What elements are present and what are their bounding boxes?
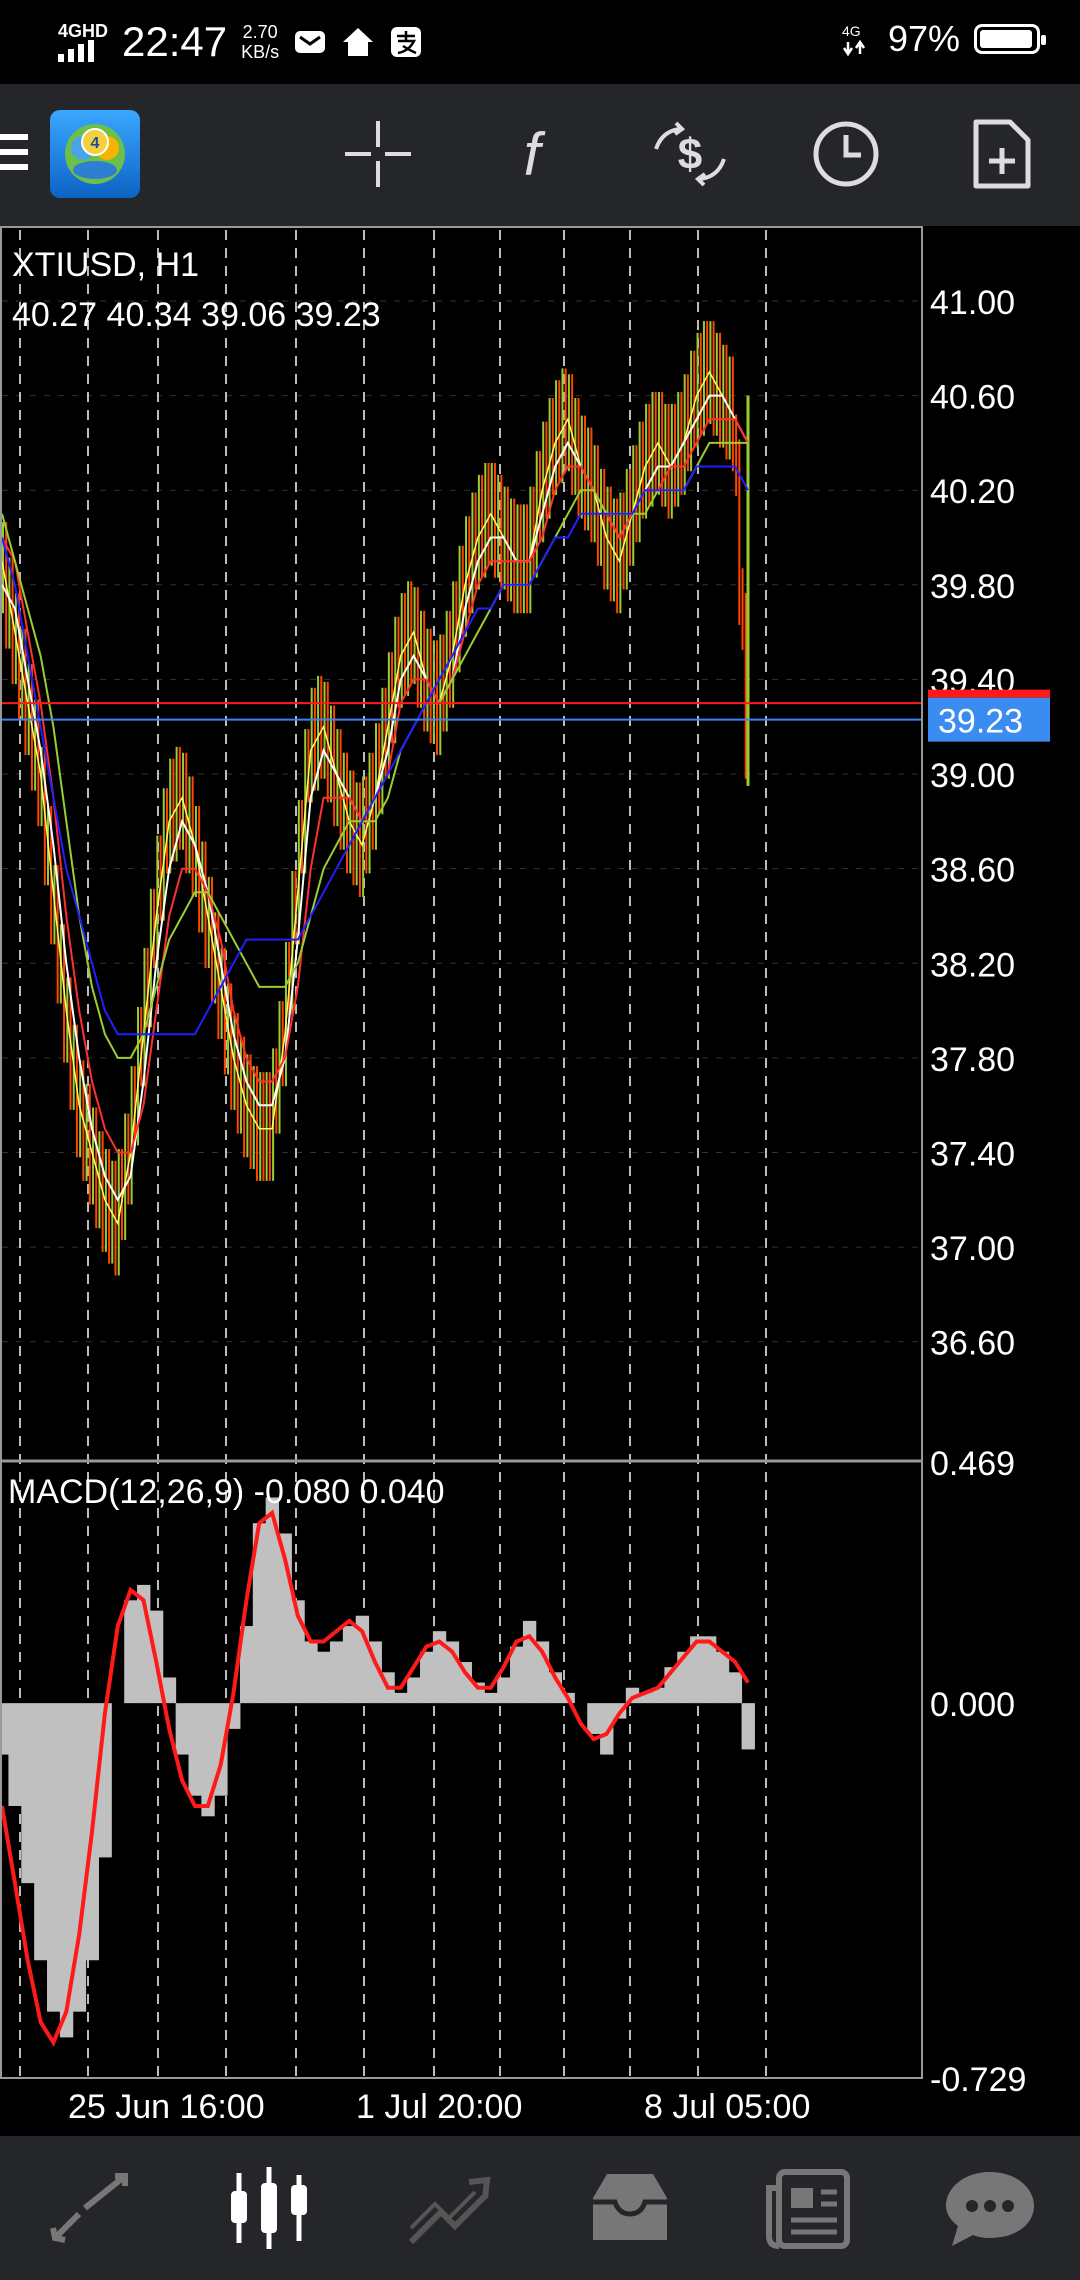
macd-histogram-bar [510, 1646, 524, 1704]
timeframe-clock-icon [813, 121, 879, 187]
macd-tick-label: -0.729 [930, 2061, 1026, 2099]
crosshair-button[interactable] [338, 114, 418, 194]
app-logo-icon: 4 [65, 124, 125, 184]
alipay-icon [391, 27, 422, 57]
ohlc-values: 40.27 40.34 39.06 39.23 [12, 296, 381, 334]
price-tick-label: 37.80 [930, 1041, 1015, 1079]
moving-averages [1, 370, 922, 1226]
signal-indicator: 4GHD [58, 22, 108, 62]
nav-quotes-icon [50, 2173, 128, 2243]
new-order-button[interactable] [962, 114, 1042, 194]
chart-frame [0, 226, 923, 2079]
current-price-label: 39.23 [938, 703, 1023, 741]
price-tick-label: 37.00 [930, 1230, 1015, 1268]
chart-labels: XTIUSD, H1 40.27 40.34 39.06 39.23 MACD(… [8, 246, 1050, 2126]
price-tick-label: 37.40 [930, 1136, 1015, 1174]
macd-histogram-bar [8, 1703, 22, 1806]
new-order-icon [973, 119, 1031, 189]
macd-histogram-bar [497, 1677, 511, 1704]
nav-history[interactable] [570, 2148, 690, 2268]
ask-price-marker [928, 689, 1050, 698]
nav-chat[interactable] [930, 2148, 1050, 2268]
macd-histogram-bar [484, 1692, 498, 1704]
menu-icon[interactable] [0, 134, 28, 174]
macd-panel [0, 1497, 755, 2047]
nav-trade-icon [408, 2176, 491, 2245]
metatrader4-logo[interactable]: 4 [50, 110, 140, 198]
macd-histogram-bar [407, 1677, 421, 1704]
indicators-button[interactable]: f [492, 114, 572, 194]
price-tick-label: 39.80 [930, 568, 1015, 606]
macd-histogram-bar [175, 1703, 189, 1755]
macd-histogram-bar [124, 1600, 138, 1704]
macd-histogram-bar [741, 1703, 755, 1750]
bottom-nav [0, 2136, 1080, 2280]
home-icon [343, 28, 374, 56]
macd-tick-label: 0.000 [930, 1686, 1015, 1724]
network-speed: 2.70 KB/s [241, 22, 279, 62]
macd-signal-line [0, 1509, 750, 2047]
nav-quotes[interactable] [30, 2148, 150, 2268]
crosshair-icon [345, 121, 411, 187]
nav-trade[interactable] [390, 2148, 510, 2268]
price-tick-label: 38.60 [930, 852, 1015, 890]
macd-label: MACD(12,26,9) -0.080 0.040 [8, 1473, 445, 1511]
nav-chart-icon [231, 2167, 307, 2249]
svg-text:$: $ [678, 130, 702, 179]
nav-chat-icon [946, 2172, 1034, 2246]
indicators-label: f [524, 121, 546, 188]
macd-histogram-bar [317, 1651, 331, 1704]
price-tick-label: 41.00 [930, 284, 1015, 322]
macd-histogram-bar [342, 1626, 357, 1704]
network-label: 4GHD [58, 21, 109, 41]
app-badge: 4 [91, 135, 100, 152]
macd-histogram-bar [304, 1641, 318, 1704]
chart-area[interactable]: XTIUSD, H1 40.27 40.34 39.06 39.23 MACD(… [0, 226, 1080, 2126]
macd-histogram-bar [522, 1620, 537, 1704]
speed-unit: KB/s [241, 42, 280, 62]
macd-tick-label: 0.469 [930, 1445, 1015, 1483]
macd-histogram-bar [21, 1703, 35, 1884]
indicators-icon: f [524, 121, 546, 188]
macd-histogram-bar [329, 1641, 344, 1704]
macd-histogram-bar [420, 1651, 434, 1704]
status-bar: 4GHD 22:47 2.70 KB/s 4G 97% [0, 0, 1080, 84]
plot-border [0, 226, 923, 2079]
signal-bars-icon [58, 40, 94, 62]
price-tick-label: 36.60 [930, 1325, 1015, 1363]
chart-toolbar: 4 f $ [0, 84, 1080, 228]
data-arrows-icon: 4G [842, 23, 865, 56]
price-tick-label: 39.00 [930, 757, 1015, 795]
macd-histogram-bar [715, 1651, 730, 1704]
mail-icon [295, 31, 326, 53]
price-tick-label: 40.20 [930, 473, 1015, 511]
macd-histogram-bar [587, 1703, 601, 1735]
nav-chart[interactable] [210, 2148, 330, 2268]
speed-value: 2.70 [242, 22, 278, 42]
price-tick-label: 40.60 [930, 379, 1015, 417]
time-axis-label: 25 Jun 16:00 [68, 2088, 265, 2126]
clock: 22:47 [122, 18, 228, 65]
nav-news[interactable] [750, 2148, 870, 2268]
chart-grid [2, 230, 922, 2078]
macd-histogram-bar [394, 1692, 408, 1704]
symbol-label: XTIUSD, H1 [12, 246, 199, 284]
time-axis-label: 1 Jul 20:00 [356, 2088, 522, 2126]
battery-icon [974, 24, 1046, 54]
nav-news-icon [766, 2169, 850, 2249]
right-network-label: 4G [842, 23, 861, 39]
battery-percent: 97% [887, 18, 960, 59]
trade-button[interactable]: $ [650, 114, 730, 194]
trade-icon: $ [654, 121, 726, 187]
macd-histogram-bar [188, 1703, 202, 1796]
macd-histogram-bar [34, 1703, 48, 1961]
macd-histogram-bar [728, 1672, 743, 1704]
price-tick-label: 38.20 [930, 946, 1015, 984]
price-chart[interactable]: XTIUSD, H1 40.27 40.34 39.06 39.23 MACD(… [0, 226, 1080, 2126]
nav-history-icon [593, 2174, 667, 2240]
time-axis-label: 8 Jul 05:00 [644, 2088, 810, 2126]
macd-histogram-bar [47, 1703, 61, 2012]
timeframe-button[interactable] [806, 114, 886, 194]
